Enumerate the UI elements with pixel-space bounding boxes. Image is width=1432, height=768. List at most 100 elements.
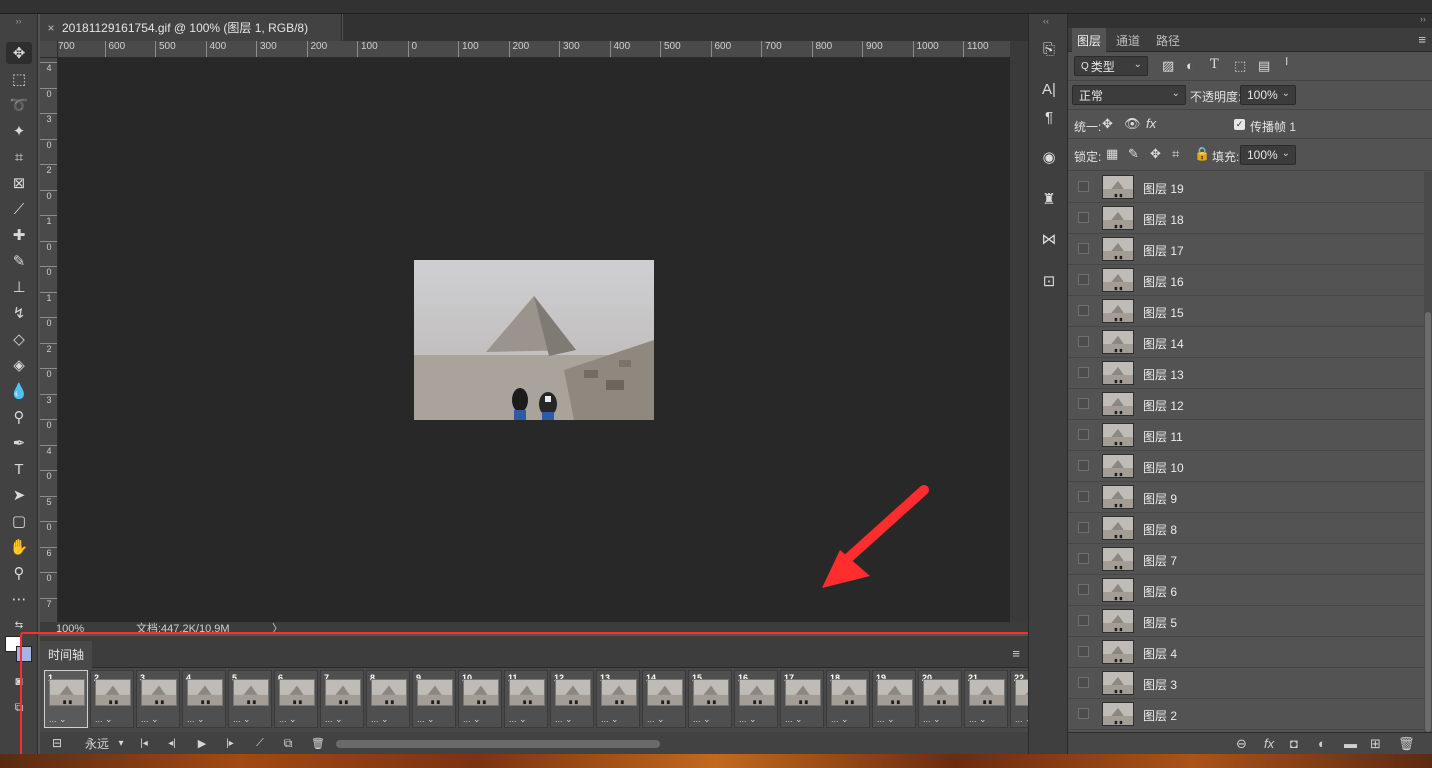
add-mask-icon[interactable]: ◘ — [1290, 736, 1298, 751]
adjustment-layer-filter-icon[interactable]: ◐ — [1186, 58, 1194, 73]
healing-brush-tool-icon[interactable]: ✚ — [6, 224, 32, 246]
eraser-tool-icon[interactable]: ◇ — [6, 328, 32, 350]
layer-row[interactable]: 图层 12 — [1068, 389, 1424, 420]
blur-tool-icon[interactable]: 💧 — [6, 380, 32, 402]
vertical-ruler[interactable]: 4 0 3 0 2 0 1 0 0 1 0 2 0 3 0 4 0 5 0 6 0 7 — [40, 58, 58, 622]
canvas-vertical-scrollbar[interactable] — [1010, 41, 1028, 631]
layer-row[interactable]: 图层 9 — [1068, 482, 1424, 513]
visibility-toggle[interactable] — [1078, 398, 1089, 409]
visibility-toggle[interactable] — [1078, 274, 1089, 285]
properties-panel-icon[interactable]: ♜ — [1037, 188, 1061, 210]
layer-name[interactable]: 图层 16 — [1143, 273, 1184, 290]
visibility-toggle[interactable] — [1078, 336, 1089, 347]
filter-type-select[interactable]: Q 类型 ⌄ — [1074, 56, 1148, 76]
dock-collapse-icon[interactable]: ‹‹ — [1043, 16, 1049, 26]
layer-name[interactable]: 图层 8 — [1143, 521, 1177, 538]
unify-style-icon[interactable]: fx — [1146, 116, 1156, 131]
smart-object-filter-icon[interactable]: ▤ — [1258, 58, 1270, 74]
frame-tool-icon[interactable]: ⊠ — [6, 172, 32, 194]
paragraph-panel-icon[interactable]: ¶ — [1037, 106, 1061, 128]
toolbar-grip[interactable]: ›› — [0, 14, 37, 40]
layer-name[interactable]: 图层 6 — [1143, 583, 1177, 600]
visibility-toggle[interactable] — [1078, 708, 1089, 719]
lock-position-icon[interactable]: ✥ — [1150, 146, 1161, 162]
layer-row[interactable]: 图层 18 — [1068, 203, 1424, 234]
magic-wand-tool-icon[interactable]: ✦ — [6, 120, 32, 142]
tab-channels[interactable]: 通道 — [1110, 28, 1146, 52]
visibility-toggle[interactable] — [1078, 491, 1089, 502]
document-image[interactable] — [414, 260, 654, 420]
layer-name[interactable]: 图层 17 — [1143, 242, 1184, 259]
hand-tool-icon[interactable]: ✋ — [6, 536, 32, 558]
lock-all-icon[interactable]: 🔒 — [1194, 146, 1210, 162]
layer-name[interactable]: 图层 14 — [1143, 335, 1184, 352]
layer-name[interactable]: 图层 15 — [1143, 304, 1184, 321]
type-layer-filter-icon[interactable]: T — [1210, 57, 1219, 72]
layer-row[interactable]: 图层 5 — [1068, 606, 1424, 637]
propagate-frame-checkbox[interactable]: ✓ — [1234, 119, 1245, 130]
visibility-toggle[interactable] — [1078, 212, 1089, 223]
marquee-tool-icon[interactable]: ⬚ — [6, 68, 32, 90]
history-panel-icon[interactable]: ⎘ — [1037, 38, 1061, 60]
layer-name[interactable]: 图层 3 — [1143, 676, 1177, 693]
add-style-icon[interactable]: fx — [1264, 736, 1274, 751]
layer-row[interactable]: 图层 13 — [1068, 358, 1424, 389]
visibility-toggle[interactable] — [1078, 243, 1089, 254]
layer-row[interactable]: 图层 11 — [1068, 420, 1424, 451]
more-tools-icon[interactable]: ⋯ — [6, 588, 32, 610]
layer-row[interactable]: 图层 15 — [1068, 296, 1424, 327]
rectangle-tool-icon[interactable]: ▢ — [6, 510, 32, 532]
history-brush-tool-icon[interactable]: ↯ — [6, 302, 32, 324]
brush-tool-icon[interactable]: ✎ — [6, 250, 32, 272]
unify-position-icon[interactable]: ✥ — [1102, 116, 1113, 132]
stamp-tool-icon[interactable]: ⊥ — [6, 276, 32, 298]
delete-layer-icon[interactable]: 🗑 — [1398, 736, 1415, 752]
document-tab[interactable]: × 20181129161754.gif @ 100% (图层 1, RGB/8… — [40, 14, 342, 41]
tab-paths[interactable]: 路径 — [1150, 28, 1186, 52]
visibility-toggle[interactable] — [1078, 553, 1089, 564]
ruler-corner[interactable] — [40, 41, 58, 58]
libraries-panel-icon[interactable]: ⊡ — [1037, 270, 1061, 292]
layer-row[interactable]: 图层 10 — [1068, 451, 1424, 482]
layer-name[interactable]: 图层 2 — [1143, 707, 1177, 724]
lock-transparency-icon[interactable]: ▦ — [1106, 146, 1118, 162]
layer-name[interactable]: 图层 4 — [1143, 645, 1177, 662]
lasso-tool-icon[interactable]: ➰ — [6, 94, 32, 116]
visibility-toggle[interactable] — [1078, 429, 1089, 440]
link-layers-icon[interactable]: ⊖ — [1236, 736, 1247, 752]
opacity-field[interactable]: 100% ⌄ — [1240, 85, 1296, 105]
layer-name[interactable]: 图层 12 — [1143, 397, 1184, 414]
layer-name[interactable]: 图层 13 — [1143, 366, 1184, 383]
path-selection-tool-icon[interactable]: ➤ — [6, 484, 32, 506]
visibility-toggle[interactable] — [1078, 367, 1089, 378]
visibility-toggle[interactable] — [1078, 584, 1089, 595]
swatches-panel-icon[interactable]: ⋈ — [1037, 228, 1061, 250]
layer-row[interactable]: 图层 17 — [1068, 234, 1424, 265]
expand-icon[interactable]: ›› — [1420, 14, 1426, 24]
panel-menu-icon[interactable]: ≡ — [1418, 32, 1426, 47]
close-icon[interactable]: × — [40, 21, 62, 35]
layer-name[interactable]: 图层 5 — [1143, 614, 1177, 631]
pen-tool-icon[interactable]: ✒ — [6, 432, 32, 454]
new-layer-icon[interactable]: ⊞ — [1370, 736, 1381, 752]
visibility-toggle[interactable] — [1078, 677, 1089, 688]
layer-name[interactable]: 图层 7 — [1143, 552, 1177, 569]
layer-name[interactable]: 图层 18 — [1143, 211, 1184, 228]
crop-tool-icon[interactable]: ⌗ — [6, 146, 32, 168]
new-group-icon[interactable]: ▬ — [1344, 736, 1357, 751]
dodge-tool-icon[interactable]: ⚲ — [6, 406, 32, 428]
layer-row[interactable]: 图层 7 — [1068, 544, 1424, 575]
layer-row[interactable]: 图层 4 — [1068, 637, 1424, 668]
zoom-tool-icon[interactable]: ⚲ — [6, 562, 32, 584]
lock-image-icon[interactable]: ✎ — [1128, 146, 1139, 162]
horizontal-ruler[interactable]: 700 600 500 400 300 200 100 0 100 200 300 400 500 600… — [58, 41, 1010, 58]
layer-name[interactable]: 图层 11 — [1143, 428, 1183, 445]
adjustment-layer-icon[interactable]: ◐ — [1318, 736, 1326, 751]
unify-visibility-icon[interactable]: 👁 — [1124, 116, 1141, 132]
layer-row[interactable]: 图层 14 — [1068, 327, 1424, 358]
eyedropper-tool-icon[interactable]: ⟋ — [6, 198, 32, 220]
shape-layer-filter-icon[interactable]: ⬚ — [1234, 58, 1246, 74]
visibility-toggle[interactable] — [1078, 460, 1089, 471]
layer-name[interactable]: 图层 10 — [1143, 459, 1184, 476]
type-tool-icon[interactable]: T — [6, 458, 32, 480]
